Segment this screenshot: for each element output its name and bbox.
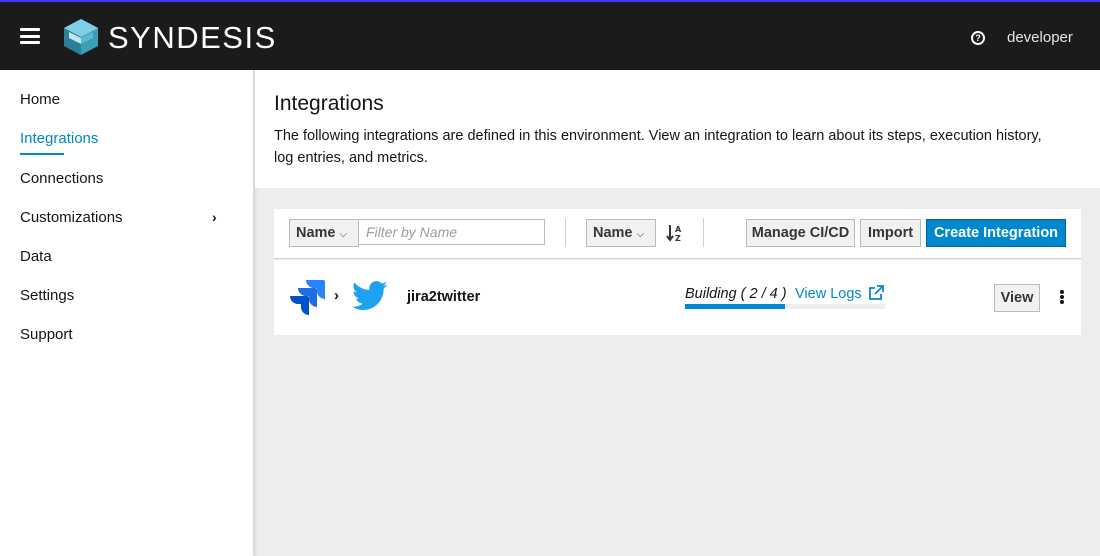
import-button[interactable]: Import [860,219,921,247]
toolbar-divider [703,218,704,247]
kebab-menu-icon[interactable] [1060,290,1064,304]
twitter-icon [352,281,388,310]
sort-field-label: Name [593,225,633,241]
sidebar-item-data[interactable]: Data [20,248,52,265]
user-menu[interactable]: developer [1007,29,1073,46]
external-link-icon[interactable] [868,285,884,301]
manage-cicd-button[interactable]: Manage CI/CD [746,219,855,247]
page-header: Integrations The following integrations … [255,70,1100,188]
svg-text:A: A [675,225,682,234]
filter-type-label: Name [296,225,336,241]
jira-icon [290,280,325,315]
integration-status: Building ( 2 / 4 ) [685,286,787,302]
sidebar-item-customizations[interactable]: Customizations [20,209,123,226]
sidebar-item-integrations[interactable]: Integrations [20,130,98,147]
filter-input[interactable] [358,219,545,245]
sort-alpha-asc-icon[interactable]: A Z [666,223,684,243]
chevron-right-icon[interactable]: › [212,209,217,225]
sidebar-item-settings[interactable]: Settings [20,287,74,304]
app-name: SYNDESIS [108,20,277,55]
hamburger-menu-icon[interactable] [20,28,40,44]
toolbar-divider [565,218,566,247]
masthead: SYNDESIS ? developer [0,0,1100,70]
sidebar-item-home[interactable]: Home [20,91,60,108]
build-progress-fill [685,304,785,309]
integration-name[interactable]: jira2twitter [407,289,480,305]
build-progress-bar [685,304,885,309]
sidebar-item-connections[interactable]: Connections [20,170,103,187]
help-icon[interactable]: ? [971,31,985,45]
list-item[interactable]: › jira2twitter Building ( 2 / 4 ) View L… [274,260,1081,335]
svg-text:Z: Z [675,234,681,243]
chevron-down-icon: ⌵ [339,229,348,240]
active-nav-indicator [20,153,64,155]
chevron-down-icon: ⌵ [636,229,645,240]
page-title: Integrations [274,92,384,115]
page-description: The following integrations are defined i… [274,128,1042,166]
sidebar-item-support[interactable]: Support [20,326,73,343]
syndesis-logo-icon [64,19,98,55]
integrations-toolbar: Name⌵ Name⌵ A Z Manage CI/CD Import Crea… [274,209,1081,259]
view-logs-link[interactable]: View Logs [795,286,862,302]
sort-field-dropdown[interactable]: Name ⌵ [586,219,656,247]
chevron-right-icon: › [334,287,339,304]
view-button[interactable]: View [994,284,1040,312]
filter-type-dropdown[interactable]: Name ⌵ [289,219,359,247]
create-integration-button[interactable]: Create Integration [926,219,1066,247]
